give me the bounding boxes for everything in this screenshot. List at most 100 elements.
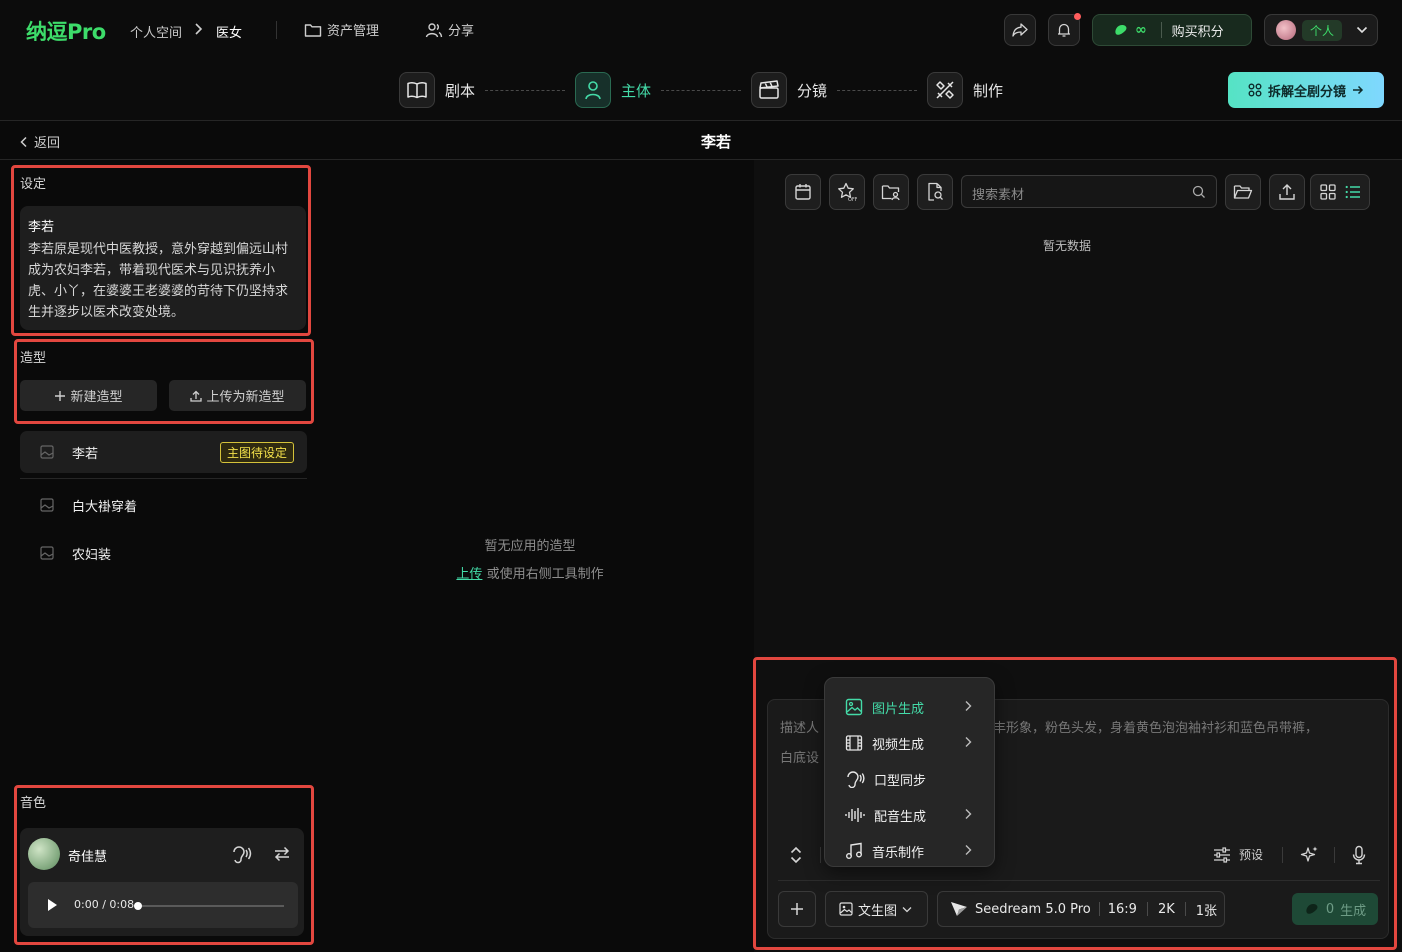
share-link[interactable]: 分享: [425, 20, 474, 39]
star-off-icon: OFF: [837, 182, 857, 202]
folder-icon: [304, 22, 322, 38]
asset-management-link[interactable]: 资产管理: [304, 20, 379, 39]
look-name: 李若: [72, 446, 99, 462]
magic-enhance-button[interactable]: [1300, 845, 1320, 865]
view-toggle: [1310, 174, 1370, 210]
asset-search[interactable]: 搜索素材: [961, 175, 1217, 208]
new-look-label: 新建造型: [70, 390, 123, 405]
account-menu[interactable]: 个人: [1264, 14, 1378, 46]
menu-item-label: 口型同步: [874, 773, 927, 789]
look-section-label: 造型: [20, 351, 47, 366]
prompt-placeholder-line1-start: 描述人: [780, 721, 820, 736]
step-connector: [485, 90, 565, 91]
voice-name: 奇佳慧: [68, 850, 108, 865]
breadcrumb-project[interactable]: 医女: [216, 22, 242, 41]
calendar-filter-button[interactable]: [785, 174, 821, 210]
chevron-right-icon: [193, 22, 203, 36]
divider: [1282, 847, 1283, 863]
people-folder-button[interactable]: [873, 174, 909, 210]
tool-type-menu: 图片生成 视频生成 口型同步 配音生成 音乐制作: [824, 677, 995, 867]
step-storyboard[interactable]: 分镜: [751, 72, 827, 108]
aspect-ratio: 16:9: [1107, 901, 1137, 917]
share-label: 分享: [448, 24, 475, 39]
setting-card[interactable]: 李若 李若原是现代中医教授，意外穿越到偏远山村成为农妇李若，带着现代医术与见识抚…: [20, 206, 306, 330]
menu-item-label: 配音生成: [874, 809, 927, 825]
arrow-right-icon: [1352, 85, 1364, 95]
divider: [1334, 847, 1335, 863]
chevron-down-icon: [1356, 26, 1368, 34]
resolution: 2K: [1157, 901, 1175, 917]
audio-progress-knob[interactable]: [134, 902, 142, 910]
bean-icon: [1304, 902, 1320, 916]
search-file-button[interactable]: [917, 174, 953, 210]
step-script[interactable]: 剧本: [399, 72, 475, 108]
upload-look-button[interactable]: 上传为新造型: [169, 380, 306, 411]
voice-preview-button[interactable]: [230, 844, 252, 864]
look-item[interactable]: 李若 主图待设定: [20, 431, 307, 473]
chevron-right-icon: [964, 700, 972, 712]
open-folder-button[interactable]: [1225, 174, 1261, 210]
step-production[interactable]: 制作: [927, 72, 1003, 108]
swap-icon: [273, 846, 291, 862]
mode-label: 文生图: [858, 903, 898, 919]
generate-button[interactable]: 0 生成: [1292, 893, 1378, 925]
character-name: 李若: [28, 220, 55, 235]
chevron-right-icon: [964, 808, 972, 820]
add-attachment-button[interactable]: [778, 891, 816, 927]
decompose-label: 拆解全剧分镜: [1267, 84, 1346, 100]
look-item[interactable]: 农妇装: [20, 532, 307, 574]
divider: [1160, 22, 1162, 38]
folder-user-icon: [881, 183, 901, 201]
step-connector: [661, 90, 741, 91]
empty-look-state: 暂无应用的造型 上传 或使用右侧工具制作: [330, 533, 730, 589]
points-balance[interactable]: ∞ 购买积分: [1092, 14, 1252, 46]
svg-text:OFF: OFF: [848, 197, 857, 202]
menu-item-voiceover-generation[interactable]: 配音生成: [825, 797, 996, 833]
chevron-right-icon: [964, 844, 972, 856]
upload-link[interactable]: 上传: [456, 567, 482, 582]
look-item[interactable]: 白大褂穿着: [20, 484, 307, 526]
grid-view-icon[interactable]: [1319, 184, 1336, 200]
grid-icon: [1248, 83, 1262, 97]
menu-item-music-production[interactable]: 音乐制作: [825, 833, 996, 869]
play-button[interactable]: [46, 898, 58, 912]
voice-input-button[interactable]: [1352, 845, 1366, 865]
tools-icon: [927, 72, 963, 108]
new-look-button[interactable]: 新建造型: [20, 380, 157, 411]
menu-item-lip-sync[interactable]: 口型同步: [825, 761, 996, 797]
plus-icon: [54, 390, 66, 402]
book-icon: [399, 72, 435, 108]
favorites-filter-button[interactable]: OFF: [829, 174, 865, 210]
plus-icon: [790, 902, 804, 916]
divider: [20, 478, 307, 479]
divider: [276, 21, 277, 39]
menu-item-video-generation[interactable]: 视频生成: [825, 725, 996, 761]
model-settings-select[interactable]: Seedream 5.0 Pro 16:9 2K 1张: [937, 891, 1225, 927]
mode-select[interactable]: 文生图: [825, 891, 928, 927]
menu-item-image-generation[interactable]: 图片生成: [825, 689, 996, 725]
waveform-icon: [845, 807, 865, 823]
empty-look-message: 暂无应用的造型: [484, 539, 576, 554]
preset-label: 预设: [1239, 848, 1264, 862]
list-view-icon[interactable]: [1345, 185, 1361, 199]
search-input[interactable]: 搜索素材: [972, 184, 1024, 203]
clapperboard-icon: [751, 72, 787, 108]
buy-points-button[interactable]: 购买积分: [1172, 21, 1224, 40]
upload-asset-button[interactable]: [1269, 174, 1305, 210]
step-subject[interactable]: 主体: [575, 72, 651, 108]
preset-button[interactable]: 预设: [1213, 846, 1263, 863]
expand-button[interactable]: [789, 846, 803, 864]
notifications-button[interactable]: [1048, 13, 1081, 46]
step-production-label: 制作: [973, 81, 1004, 100]
decompose-storyboard-button[interactable]: 拆解全剧分镜: [1228, 72, 1384, 108]
menu-item-label: 视频生成: [872, 737, 925, 753]
audio-progress-track[interactable]: [138, 905, 284, 907]
forward-button[interactable]: [1004, 14, 1036, 46]
app-logo[interactable]: 纳逗Pro: [26, 16, 106, 46]
divider: [778, 880, 1380, 881]
swap-voice-button[interactable]: [273, 846, 291, 862]
voice-avatar: [28, 838, 60, 870]
breadcrumb-personal-space[interactable]: 个人空间: [130, 22, 182, 41]
audio-player: 0:00 / 0:08: [28, 882, 298, 928]
bean-icon: [1113, 23, 1129, 37]
